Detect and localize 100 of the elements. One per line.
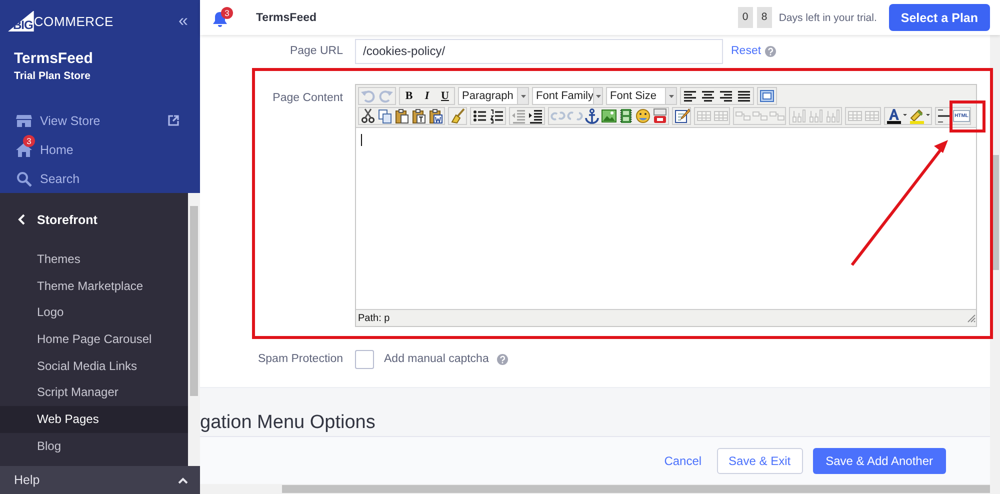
search-icon xyxy=(16,170,32,186)
menu-item[interactable]: Blog xyxy=(0,432,188,460)
table-icon xyxy=(712,108,728,124)
paste-text-button[interactable] xyxy=(410,108,427,124)
align-left-button[interactable] xyxy=(681,88,699,104)
numbers-icon xyxy=(488,108,504,124)
trial-text: Days left in your trial. xyxy=(778,12,877,24)
menu-item[interactable]: Themes xyxy=(0,246,188,273)
numbers-button[interactable] xyxy=(488,108,505,124)
align-justify-button[interactable] xyxy=(735,88,753,104)
help-icon xyxy=(496,354,508,364)
text-cursor xyxy=(361,134,362,146)
save-exit-button[interactable]: Save & Exit xyxy=(716,448,803,474)
resize-grip-icon xyxy=(967,314,976,322)
copy-icon xyxy=(376,108,392,124)
external-link-icon xyxy=(168,115,179,126)
horizontal-scrollbar[interactable] xyxy=(200,484,1000,494)
section-back-link[interactable]: Storefront xyxy=(0,206,188,233)
emotion-icon xyxy=(634,108,650,124)
field-label: Page Content xyxy=(272,91,343,106)
store-icon xyxy=(16,112,32,128)
emotion-button[interactable] xyxy=(634,108,651,124)
paste-icon xyxy=(394,108,410,124)
menu-item[interactable]: Logo xyxy=(0,299,188,326)
columns-icon xyxy=(808,108,824,124)
element-path: Path: p xyxy=(358,312,390,324)
cut-icon xyxy=(360,108,376,124)
text-color-icon xyxy=(886,108,907,124)
select-plan-button[interactable]: Select a Plan xyxy=(888,4,990,31)
dropdown-arrow-icon xyxy=(520,94,526,98)
columns-icon xyxy=(790,108,806,124)
outdent-icon xyxy=(510,108,526,124)
menu-item[interactable]: Home Page Carousel xyxy=(0,326,188,353)
highlight-button[interactable] xyxy=(908,108,931,124)
dropdown-arrow-icon xyxy=(668,94,674,98)
paste-text-icon xyxy=(410,108,426,124)
collapse-button[interactable]: « xyxy=(178,13,188,29)
anchor-icon xyxy=(584,108,600,124)
store-title: TermsFeed xyxy=(256,12,318,24)
table-icon xyxy=(696,108,712,124)
underline-button[interactable]: U xyxy=(436,88,454,104)
media-icon xyxy=(618,108,634,124)
dropdown-arrow-icon xyxy=(596,94,601,98)
bullets-icon xyxy=(472,108,488,124)
menu-item[interactable]: Theme Marketplace xyxy=(0,272,188,300)
trial-counter-digit: 8 xyxy=(756,7,772,28)
bold-button[interactable]: B xyxy=(400,88,418,104)
image-button[interactable] xyxy=(600,108,617,124)
section-heading: gation Menu Options xyxy=(200,411,376,435)
anchor-button[interactable] xyxy=(583,108,600,124)
store-plan: Trial Plan Store xyxy=(14,70,92,82)
table-icon xyxy=(864,108,880,124)
toolbar-dropdown[interactable]: Font Size xyxy=(607,88,676,104)
undo-icon xyxy=(360,88,376,104)
page-url-field[interactable]: /cookies-policy/ xyxy=(355,39,723,64)
notification-badge: 3 xyxy=(221,6,233,18)
chevron-icon xyxy=(178,476,188,484)
paste-word-button[interactable] xyxy=(427,108,444,124)
align-justify-icon xyxy=(736,88,752,104)
menu-item[interactable]: Social Media Links xyxy=(0,352,188,380)
sidebar-scrollbar[interactable] xyxy=(188,193,200,466)
field-label: Spam Protection xyxy=(256,352,343,367)
toolbar-dropdown[interactable]: Paragraph xyxy=(459,88,528,104)
table-icon xyxy=(846,108,862,124)
paste-button[interactable] xyxy=(393,108,410,124)
bullets-button[interactable] xyxy=(471,108,488,124)
align-left-icon xyxy=(682,88,698,104)
captcha-checkbox[interactable] xyxy=(355,350,374,368)
hr-icon xyxy=(936,108,952,124)
help-menu[interactable]: Help xyxy=(0,466,200,494)
toolbar-dropdown[interactable]: Font Family xyxy=(533,88,602,104)
nav-item[interactable]: Search xyxy=(0,164,200,193)
menu-item[interactable]: Web Pages xyxy=(0,406,188,433)
highlight-icon xyxy=(909,108,930,124)
callout-frame xyxy=(950,100,986,132)
align-center-button[interactable] xyxy=(699,88,717,104)
indent-icon xyxy=(528,108,544,124)
redo-icon xyxy=(378,88,394,104)
menu-item[interactable]: Script Manager xyxy=(0,379,188,406)
cut-button[interactable] xyxy=(359,108,376,124)
align-right-button[interactable] xyxy=(717,88,735,104)
field-label: Page URL xyxy=(288,44,343,59)
cancel-link[interactable]: Cancel xyxy=(659,448,707,474)
align-right-icon xyxy=(718,88,734,104)
nav-item[interactable]: View Store xyxy=(0,106,200,135)
save-add-button[interactable]: Save & Add Another xyxy=(812,448,946,474)
italic-button[interactable]: I xyxy=(418,88,436,104)
notification-badge: 3 xyxy=(23,135,35,147)
text-color-button[interactable] xyxy=(885,108,908,124)
indent-button[interactable] xyxy=(527,108,544,124)
copy-button[interactable] xyxy=(376,108,393,124)
nav-item[interactable]: Home 3 xyxy=(0,135,200,164)
chevron-left-icon xyxy=(18,214,25,225)
align-center-icon xyxy=(700,88,716,104)
help-icon xyxy=(765,46,776,56)
trial-counter-digit: 0 xyxy=(738,7,753,28)
store-name: TermsFeed xyxy=(14,50,94,67)
reset-link[interactable]: Reset xyxy=(731,39,762,63)
image-icon xyxy=(600,108,616,124)
paste-word-icon xyxy=(428,108,444,124)
